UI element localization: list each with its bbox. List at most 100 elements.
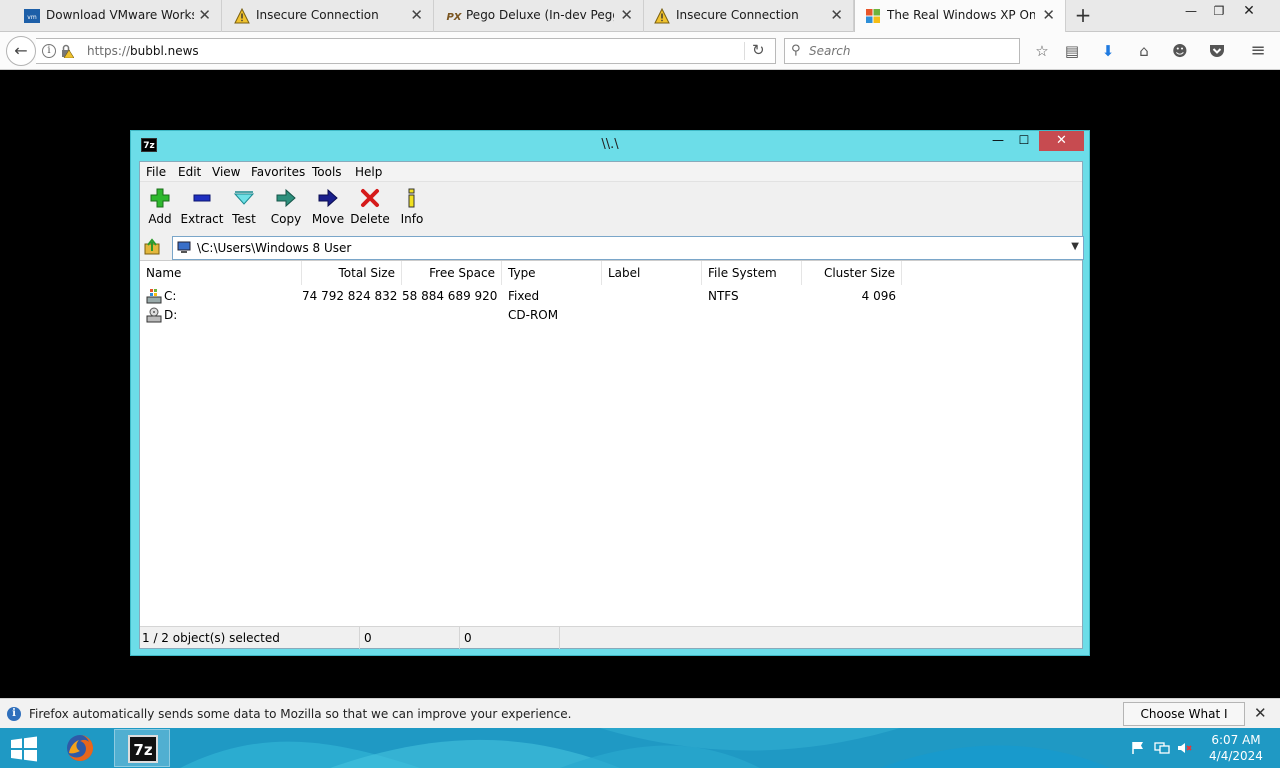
close-tab-icon[interactable]: ✕	[1042, 6, 1055, 24]
status-size: 0	[360, 627, 460, 649]
url-bar[interactable]: i https://bubbl.news ↻	[36, 38, 776, 64]
up-folder-icon[interactable]	[144, 238, 162, 256]
cell-type: CD-ROM	[508, 308, 559, 322]
maximize-button[interactable]: ☐	[1013, 133, 1035, 153]
window-client-area: File Edit View Favorites Tools Help Add …	[138, 161, 1084, 649]
start-button-windows-icon[interactable]	[10, 736, 38, 762]
tab-pego[interactable]: PX Pego Deluxe (In-dev Peggl... ✕	[434, 0, 644, 32]
back-button[interactable]: ←	[6, 36, 36, 66]
menu-bar: File Edit View Favorites Tools Help	[140, 162, 1082, 182]
test-button[interactable]: Test	[222, 187, 266, 231]
tab-bar: vm Download VMware Works... ✕ Insecure C…	[0, 0, 1280, 32]
path-field[interactable]: \C:\Users\Windows 8 User ▼	[172, 236, 1084, 260]
copy-button[interactable]: Copy	[264, 187, 308, 231]
column-header-total-size[interactable]: Total Size	[302, 261, 402, 285]
menu-favorites[interactable]: Favorites	[251, 165, 305, 179]
status-packed-size: 0	[460, 627, 560, 649]
warning-icon	[654, 8, 670, 24]
url-text[interactable]: https://bubbl.news	[87, 44, 199, 58]
reload-icon[interactable]: ↻	[752, 41, 765, 59]
restore-button[interactable]: ❐	[1204, 2, 1234, 22]
column-header-label[interactable]: Label	[602, 261, 702, 285]
info-button[interactable]: Info	[390, 187, 434, 231]
bookmark-star-icon[interactable]: ☆	[1032, 41, 1052, 61]
column-header-cluster-size[interactable]: Cluster Size	[802, 261, 902, 285]
tab-title: Insecure Connection	[256, 8, 379, 22]
taskbar-7zip[interactable]: 7z	[114, 729, 170, 767]
home-icon[interactable]: ⌂	[1134, 41, 1154, 61]
info-label: Info	[400, 212, 424, 226]
tab-insecure-1[interactable]: Insecure Connection ✕	[222, 0, 434, 32]
cell-total-size: 74 792 824 832	[302, 289, 398, 303]
close-tab-icon[interactable]: ✕	[410, 6, 423, 24]
cell-file-system: NTFS	[708, 289, 739, 303]
svg-text:vm: vm	[27, 14, 37, 21]
move-button[interactable]: Move	[306, 187, 350, 231]
tab-vmware[interactable]: vm Download VMware Works... ✕	[0, 0, 222, 32]
column-header-file-system[interactable]: File System	[702, 261, 802, 285]
tab-windows-xp[interactable]: The Real Windows XP Onli... ✕	[854, 0, 1066, 32]
header-label: Name	[146, 266, 182, 280]
chevron-down-icon[interactable]: ▼	[1071, 241, 1079, 252]
info-icon[interactable]: i	[42, 44, 56, 58]
hello-icon[interactable]: ☻	[1170, 41, 1190, 61]
cell-name: C:	[164, 289, 177, 303]
pocket-icon[interactable]	[1207, 41, 1227, 61]
url-host: bubbl.news	[130, 44, 199, 58]
insecure-lock-icon[interactable]	[60, 44, 74, 58]
pego-icon: PX	[446, 12, 462, 23]
menu-icon[interactable]: ≡	[1248, 41, 1268, 61]
extract-label: Extract	[180, 212, 224, 226]
choose-what-i-share-button[interactable]: Choose What I Share	[1123, 702, 1245, 743]
search-bar[interactable]: ⚲	[784, 38, 1020, 64]
column-header-name[interactable]: Name	[140, 261, 302, 285]
menu-edit[interactable]: Edit	[178, 165, 201, 179]
menu-file[interactable]: File	[146, 165, 166, 179]
menu-help[interactable]: Help	[355, 165, 382, 179]
add-icon	[150, 188, 170, 208]
close-icon[interactable]: ✕	[1254, 704, 1267, 722]
header-label: File System	[708, 266, 777, 280]
close-tab-icon[interactable]: ✕	[620, 6, 633, 24]
taskbar: 7z 6:07 AM 4/4/2024	[0, 728, 1280, 768]
url-divider	[744, 42, 745, 60]
action-center-flag-icon[interactable]	[1130, 741, 1146, 755]
menu-tools[interactable]: Tools	[312, 165, 342, 179]
file-list: Name Total Size Free Space Type Label Fi…	[140, 260, 1082, 626]
minimize-button[interactable]: —	[1176, 2, 1206, 22]
menu-view[interactable]: View	[212, 165, 240, 179]
minimize-button[interactable]: —	[987, 133, 1009, 153]
cell-name: D:	[164, 308, 178, 322]
close-tab-icon[interactable]: ✕	[830, 6, 843, 24]
column-header-type[interactable]: Type	[502, 261, 602, 285]
delete-button[interactable]: Delete	[348, 187, 392, 231]
close-window-button[interactable]: ✕	[1234, 2, 1264, 22]
firefox-icon	[67, 734, 94, 761]
delete-icon	[361, 189, 379, 207]
system-clock[interactable]: 6:07 AM 4/4/2024	[1196, 732, 1276, 764]
tab-title: Download VMware Works...	[46, 8, 194, 22]
volume-muted-icon[interactable]	[1177, 741, 1193, 755]
tab-title: The Real Windows XP Onli...	[887, 8, 1035, 22]
downloads-icon[interactable]: ⬇	[1098, 41, 1118, 61]
extract-button[interactable]: Extract	[180, 187, 224, 231]
add-button[interactable]: Add	[138, 187, 182, 231]
network-icon[interactable]	[1154, 741, 1170, 755]
close-tab-icon[interactable]: ✕	[198, 6, 211, 24]
close-button[interactable]: ✕	[1039, 131, 1084, 151]
cell-free-space: 58 884 689 920	[402, 289, 498, 303]
path-text: \C:\Users\Windows 8 User	[197, 241, 352, 255]
computer-icon	[177, 241, 191, 253]
tab-insecure-2[interactable]: Insecure Connection ✕	[644, 0, 854, 32]
taskbar-firefox[interactable]	[52, 729, 108, 767]
title-bar[interactable]: 7z \\.\ — ☐ ✕	[131, 131, 1089, 159]
status-selection: 1 / 2 object(s) selected	[140, 627, 360, 649]
move-label: Move	[311, 212, 345, 226]
search-input[interactable]	[809, 42, 1009, 60]
reading-list-icon[interactable]: ▤	[1062, 41, 1082, 61]
header-label: Free Space	[429, 266, 495, 280]
column-header-free-space[interactable]: Free Space	[402, 261, 502, 285]
new-tab-button[interactable]: +	[1072, 4, 1094, 26]
cell-type: Fixed	[508, 289, 540, 303]
header-label: Total Size	[338, 266, 395, 280]
